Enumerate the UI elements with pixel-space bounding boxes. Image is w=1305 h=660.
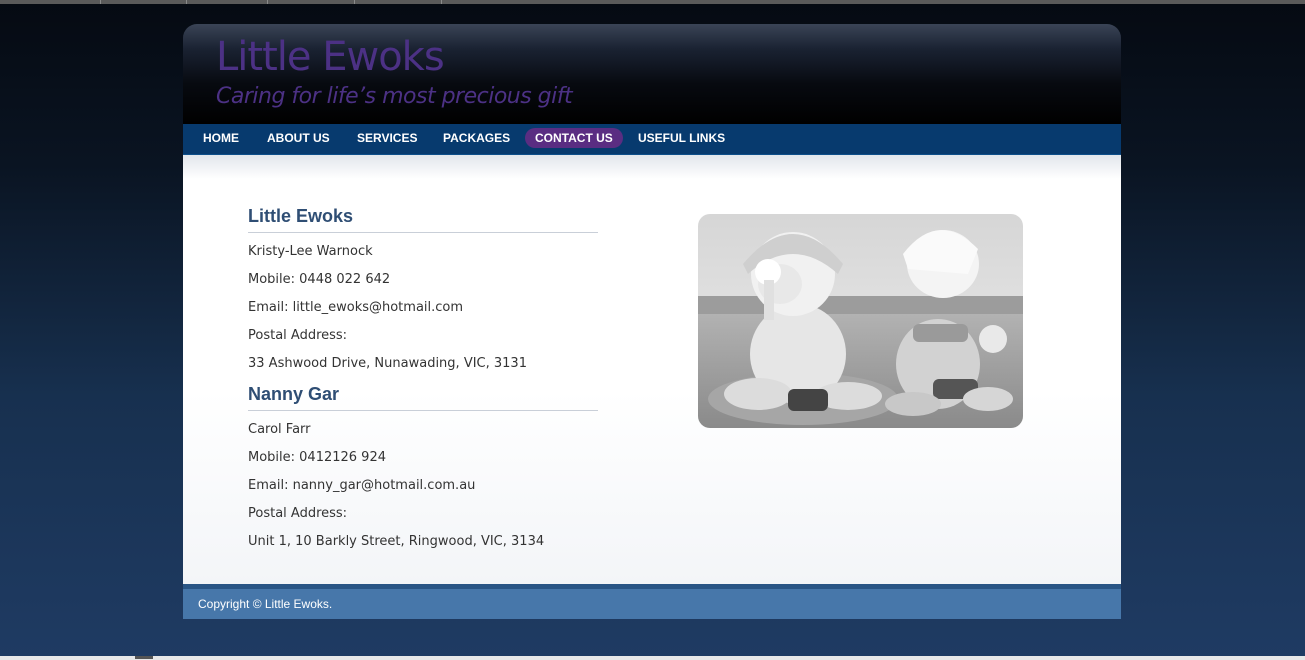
contact-mobile: Mobile: 0412126 924 <box>248 450 386 465</box>
contact-address: Unit 1, 10 Barkly Street, Ringwood, VIC,… <box>248 534 545 549</box>
contact-block-little-ewoks: Little Ewoks Kristy-Lee Warnock Mobile: … <box>248 206 598 378</box>
contact-heading: Nanny Gar <box>248 384 598 411</box>
site-header: Little Ewoks Caring for life’s most prec… <box>183 24 1121 124</box>
site-title: Little Ewoks <box>216 34 445 80</box>
nav-contact-us[interactable]: CONTACT US <box>525 128 623 148</box>
contact-mobile: Mobile: 0448 022 642 <box>248 272 391 287</box>
contact-email: Email: little_ewoks@hotmail.com <box>248 300 464 315</box>
page-container: Little Ewoks Caring for life’s most prec… <box>183 24 1121 619</box>
browser-top-strip <box>0 0 1305 4</box>
site-footer: Copyright © Little Ewoks. <box>183 589 1121 619</box>
contact-postal-label: Postal Address: <box>248 506 348 521</box>
nav-useful-links[interactable]: USEFUL LINKS <box>628 128 735 148</box>
contact-postal-label: Postal Address: <box>248 328 348 343</box>
nav-home[interactable]: HOME <box>193 128 249 148</box>
main-content: Little Ewoks Kristy-Lee Warnock Mobile: … <box>183 155 1121 584</box>
contact-heading: Little Ewoks <box>248 206 598 233</box>
contact-name: Carol Farr <box>248 422 311 437</box>
contact-address: 33 Ashwood Drive, Nunawading, VIC, 3131 <box>248 356 527 371</box>
main-nav: HOME ABOUT US SERVICES PACKAGES CONTACT … <box>183 124 1121 155</box>
nav-about-us[interactable]: ABOUT US <box>257 128 340 148</box>
contact-email: Email: nanny_gar@hotmail.com.au <box>248 478 476 493</box>
beach-toddlers-photo <box>698 214 1023 428</box>
browser-bottom-strip <box>0 656 1305 660</box>
site-tagline: Caring for life’s most precious gift <box>216 84 573 109</box>
nav-services[interactable]: SERVICES <box>347 128 427 148</box>
contact-name: Kristy-Lee Warnock <box>248 244 373 259</box>
contact-block-nanny-gar: Nanny Gar Carol Farr Mobile: 0412126 924… <box>248 384 598 556</box>
nav-packages[interactable]: PACKAGES <box>433 128 520 148</box>
copyright-text: Copyright © Little Ewoks. <box>198 597 333 611</box>
